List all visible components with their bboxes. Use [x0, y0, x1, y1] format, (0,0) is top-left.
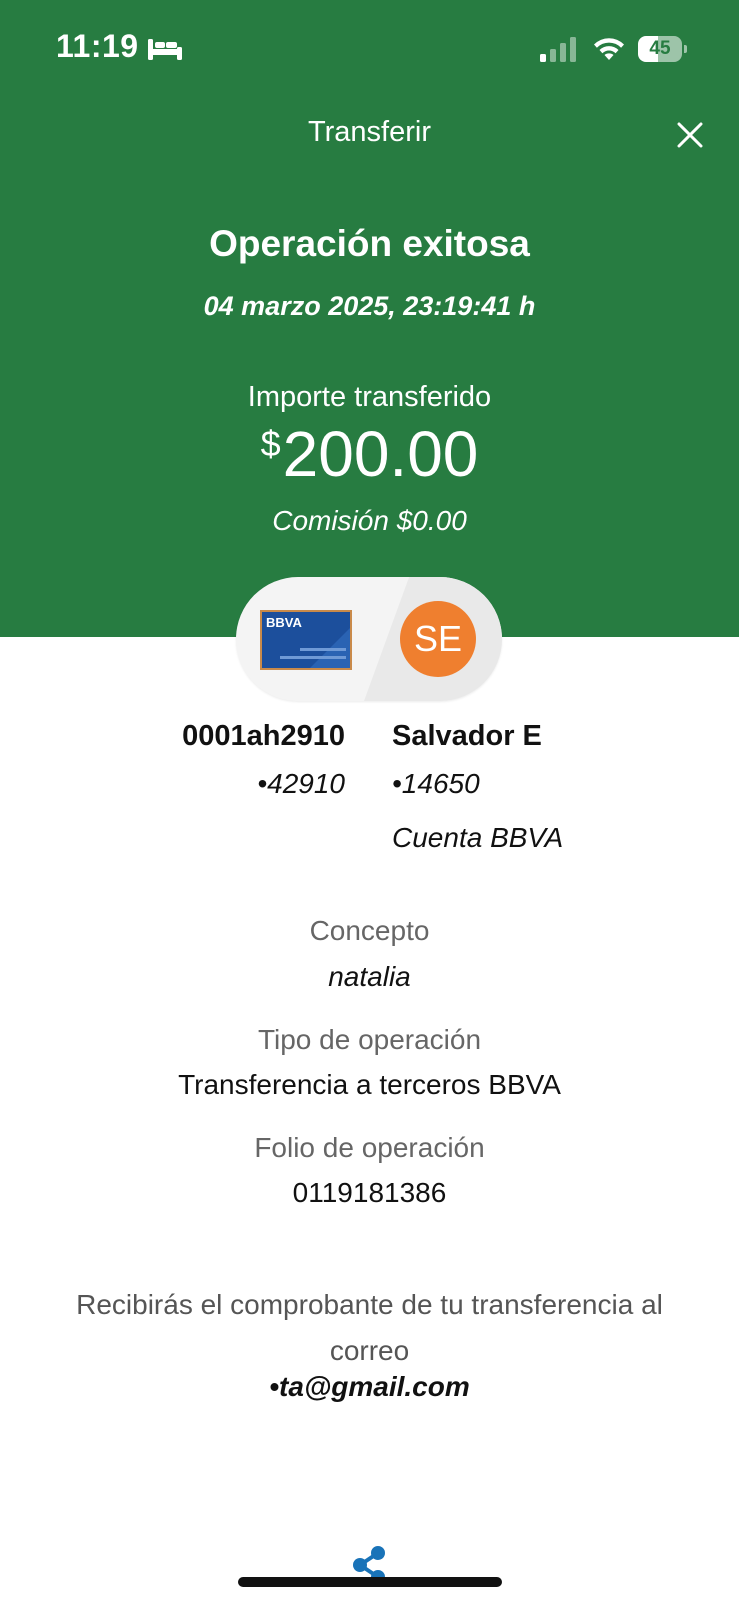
folio-label: Folio de operación — [254, 1132, 485, 1163]
close-icon[interactable] — [676, 121, 704, 149]
page-title: Transferir — [308, 116, 431, 148]
status-bar: 11:19 45 — [0, 0, 739, 100]
operation-type-label: Tipo de operación — [257, 1024, 482, 1055]
concept-label: Concepto — [309, 915, 430, 946]
origin-account-number: •42910 — [257, 768, 345, 799]
recipient-account-number: •14650 — [392, 768, 480, 799]
signal-icon — [540, 37, 576, 62]
recipient-name: Salvador E — [392, 720, 542, 752]
commission: Comisión $0.00 — [272, 505, 467, 536]
bbva-card-icon: BBVA — [260, 610, 352, 670]
folio-value: 0119181386 — [292, 1177, 447, 1208]
wifi-icon — [594, 38, 624, 60]
battery-icon: 45 — [638, 36, 687, 62]
origin-account-name: 0001ah2910 — [182, 720, 345, 752]
receipt-notice: Recibirás el comprobante de tu transfere… — [76, 1289, 663, 1366]
home-indicator[interactable] — [238, 1577, 502, 1587]
recipient-avatar: SE — [400, 601, 476, 677]
battery-level: 45 — [649, 38, 671, 59]
concept-value: natalia — [328, 961, 411, 992]
transfer-parties-badge: BBVA SE — [236, 577, 502, 701]
bed-icon — [148, 39, 182, 60]
recipient-bank: Cuenta BBVA — [392, 822, 564, 853]
status-time: 11:19 — [56, 28, 139, 64]
amount-value: 200.00 — [282, 418, 479, 490]
currency-symbol: $ — [260, 423, 281, 464]
receipt-email: •ta@gmail.com — [269, 1371, 470, 1402]
operation-status-title: Operación exitosa — [209, 223, 530, 264]
operation-date: 04 marzo 2025, 23:19:41 h — [203, 291, 536, 321]
amount-label: Importe transferido — [247, 381, 492, 413]
transferred-amount: $200.00 — [0, 417, 739, 491]
operation-type-value: Transferencia a terceros BBVA — [178, 1069, 561, 1100]
card-logo-text: BBVA — [266, 615, 302, 630]
